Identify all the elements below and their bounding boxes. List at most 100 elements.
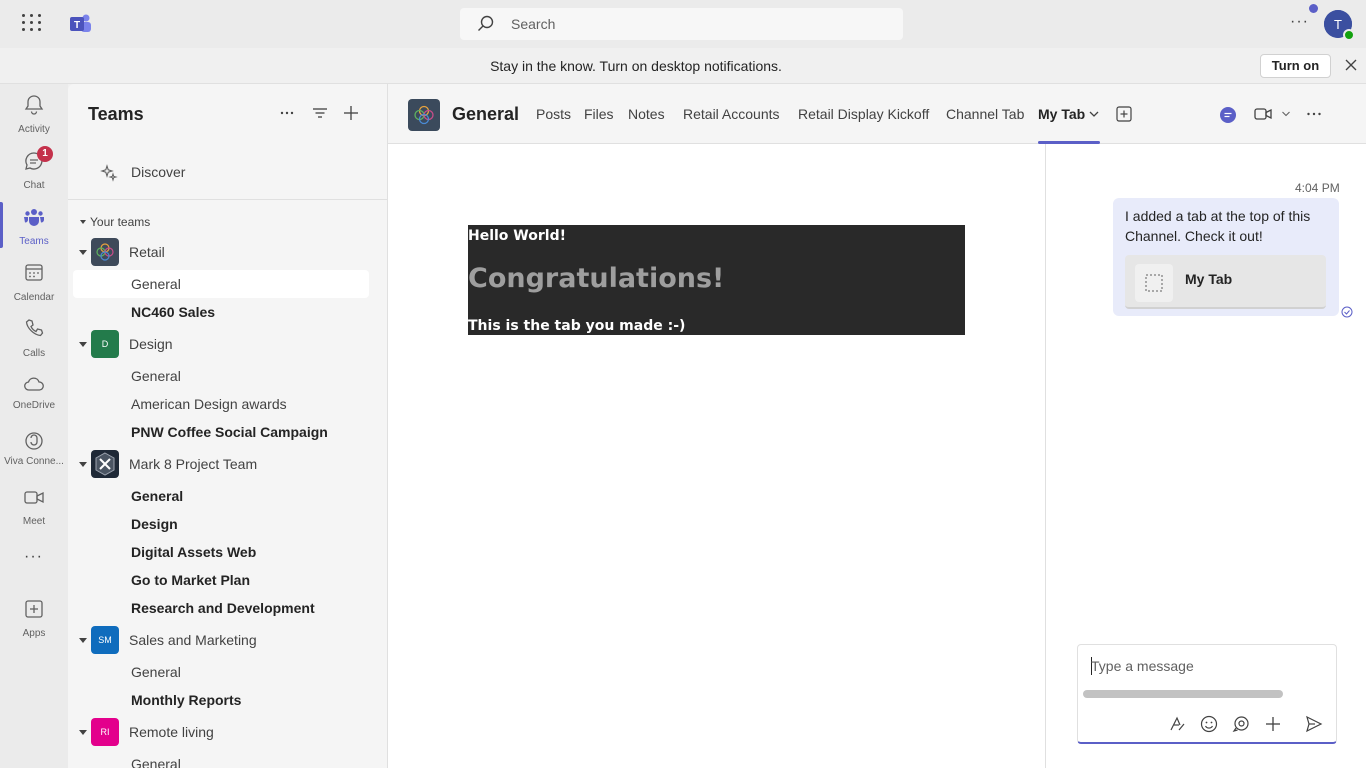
format-icon[interactable] (1168, 715, 1186, 733)
compose-box[interactable]: Type a message (1077, 644, 1337, 744)
viva-connections-icon (25, 432, 43, 450)
chevron-down-icon[interactable] (79, 342, 87, 347)
rail-item-teams[interactable]: Teams (0, 200, 68, 252)
teams-logo-icon: T (67, 12, 93, 36)
team-row-sales-marketing[interactable]: SM Sales and Marketing (68, 626, 388, 654)
rail-item-activity[interactable]: Activity (0, 88, 68, 140)
channel-name: Monthly Reports (131, 692, 242, 708)
add-icon[interactable] (342, 104, 360, 125)
chevron-down-icon[interactable] (79, 218, 87, 226)
search-box[interactable]: Search (460, 8, 903, 40)
channel-row-design-pnw[interactable]: PNW Coffee Social Campaign (68, 418, 388, 446)
add-icon[interactable] (1264, 715, 1282, 733)
channel-row-mark8-design[interactable]: Design (68, 510, 388, 538)
channel-row-design-awards[interactable]: American Design awards (68, 390, 388, 418)
channel-row-mark8-gtm[interactable]: Go to Market Plan (68, 566, 388, 594)
channel-row-sm-monthly[interactable]: Monthly Reports (68, 686, 388, 714)
rail-item-onedrive[interactable]: OneDrive (0, 368, 68, 420)
team-row-design[interactable]: D Design (68, 330, 388, 358)
chat-message-bubble[interactable]: I added a tab at the top of this Channel… (1113, 198, 1339, 316)
add-tab-icon[interactable] (1116, 106, 1132, 122)
your-teams-label: Your teams (90, 215, 151, 229)
channel-name: Design (131, 516, 178, 532)
channel-name: General (131, 664, 181, 680)
rail-label-activity: Activity (18, 124, 50, 135)
more-options-icon[interactable]: ··· (1290, 13, 1310, 33)
channel-name: PNW Coffee Social Campaign (131, 424, 328, 440)
team-avatar-retail (91, 238, 119, 266)
chevron-down-icon[interactable] (79, 638, 87, 643)
rail-item-calendar[interactable]: Calendar (0, 256, 68, 308)
team-row-remote-living[interactable]: RI Remote living (68, 718, 388, 746)
team-row-mark8[interactable]: Mark 8 Project Team (68, 450, 388, 478)
chevron-down-icon[interactable] (79, 462, 87, 467)
channel-row-mark8-general[interactable]: General (68, 482, 388, 510)
channel-row-retail-general[interactable]: General (73, 270, 369, 298)
rail-more-apps[interactable]: ··· (0, 544, 68, 574)
channel-row-sm-general[interactable]: General (68, 658, 388, 686)
close-icon[interactable] (1344, 58, 1358, 72)
team-name: Mark 8 Project Team (129, 456, 258, 472)
rail-item-calls[interactable]: Calls (0, 312, 68, 364)
video-call-icon[interactable] (1254, 106, 1272, 122)
loop-component-icon[interactable] (1232, 715, 1250, 733)
tab-retail-display-kickoff[interactable]: Retail Display Kickoff (798, 106, 929, 122)
discover-link[interactable]: Discover (131, 164, 185, 180)
channel-header: General Posts Files Notes Retail Account… (388, 84, 1366, 144)
more-options-icon[interactable] (1305, 106, 1323, 122)
channel-main: General Posts Files Notes Retail Account… (388, 84, 1366, 768)
channel-row-remote-general[interactable]: General (68, 750, 388, 768)
tab-made-text: This is the tab you made :-) (468, 318, 686, 334)
rail-label-meet: Meet (22, 516, 46, 527)
svg-text:T: T (1334, 17, 1342, 32)
channel-name: General (131, 488, 184, 504)
tab-channel-tab[interactable]: Channel Tab (946, 106, 1024, 122)
send-icon[interactable] (1305, 715, 1323, 733)
video-icon (24, 491, 44, 504)
tab-notes[interactable]: Notes (628, 106, 665, 122)
tab-files[interactable]: Files (584, 106, 614, 122)
emoji-icon[interactable] (1200, 715, 1218, 733)
svg-text:T: T (74, 20, 80, 31)
filter-icon[interactable] (311, 104, 329, 125)
cloud-icon (24, 377, 44, 391)
channel-name: American Design awards (131, 396, 287, 412)
search-icon (478, 15, 494, 31)
tab-retail-accounts[interactable]: Retail Accounts (683, 106, 780, 122)
bell-icon (24, 95, 44, 115)
banner-message: Stay in the know. Turn on desktop notifi… (490, 58, 782, 74)
chevron-down-icon[interactable] (1281, 110, 1291, 118)
channel-row-retail-nc460[interactable]: NC460 Sales (68, 298, 388, 326)
channel-row-design-general[interactable]: General (68, 362, 388, 390)
tab-card[interactable]: My Tab (1125, 255, 1326, 309)
avatar[interactable]: T (1309, 4, 1355, 41)
channel-row-mark8-rnd[interactable]: Research and Development (68, 594, 388, 622)
chevron-down-icon[interactable] (79, 730, 87, 735)
hello-heading: Hello World! (468, 228, 566, 244)
chat-badge: 1 (37, 146, 53, 162)
tab-posts[interactable]: Posts (536, 106, 571, 122)
rail-item-chat[interactable]: 1 Chat (0, 144, 68, 196)
team-row-retail[interactable]: Retail (68, 238, 388, 266)
channel-row-mark8-digital[interactable]: Digital Assets Web (68, 538, 388, 566)
chevron-down-icon[interactable] (79, 250, 87, 255)
app-rail: Activity 1 Chat Teams Calendar Calls One… (0, 84, 68, 768)
app-launcher-icon[interactable] (22, 14, 46, 34)
turn-on-button[interactable]: Turn on (1260, 54, 1331, 78)
conversation-icon[interactable] (1219, 106, 1237, 124)
search-placeholder: Search (511, 16, 556, 32)
chevron-down-icon[interactable] (1088, 109, 1100, 119)
channel-name: General (131, 368, 181, 384)
channel-name: General (131, 756, 181, 768)
more-options-icon[interactable] (278, 104, 296, 125)
rail-item-viva-connections[interactable]: Viva Conne... (0, 424, 68, 476)
panel-title: Teams (88, 104, 144, 124)
rail-item-apps[interactable]: Apps (0, 592, 68, 644)
tab-my-tab[interactable]: My Tab (1038, 106, 1085, 122)
team-name: Remote living (129, 724, 214, 740)
team-avatar-sales-marketing: SM (91, 626, 119, 654)
more-apps-icon: ··· (24, 548, 43, 565)
title-bar: T Search ··· T (0, 0, 1366, 48)
rail-label-teams: Teams (19, 236, 49, 247)
rail-item-meet[interactable]: Meet (0, 480, 68, 532)
